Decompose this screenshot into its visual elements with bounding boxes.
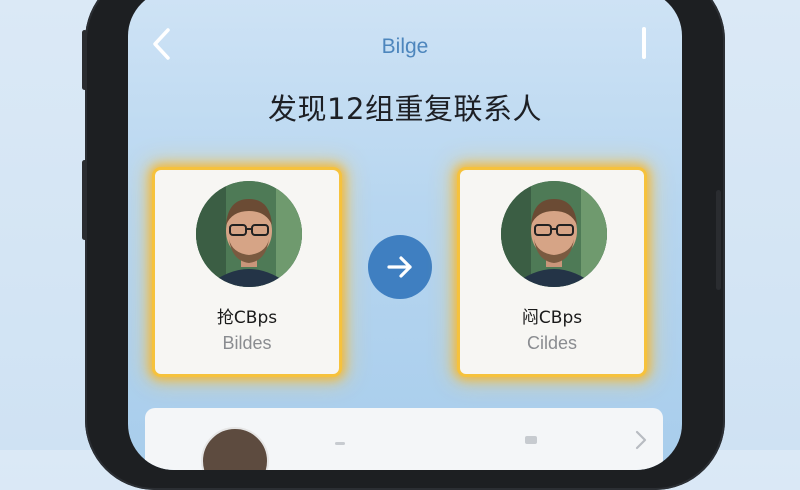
contact-name: 闷CBps: [521, 308, 583, 328]
contact-avatar: [196, 181, 302, 287]
contact-avatar: [501, 181, 607, 287]
contact-name: 抢CBps: [216, 308, 278, 328]
contact-avatar: [201, 427, 269, 470]
arrow-right-icon: [387, 256, 412, 278]
contact-subtitle: Cildes: [526, 333, 578, 353]
merge-arrow-button[interactable]: [368, 235, 432, 299]
phone-side-button: [82, 30, 87, 90]
contact-subtitle: Bildes: [222, 333, 272, 353]
menu-button[interactable]: [642, 27, 646, 59]
chevron-right-icon: [635, 430, 647, 450]
phone-side-button: [82, 160, 87, 240]
phone-side-button: [716, 190, 721, 290]
text-placeholder: [335, 442, 345, 445]
nav-title: Bilge: [381, 35, 429, 58]
page-headline: 发现12组重复联系人: [268, 92, 542, 126]
contact-card-left[interactable]: 抢CBps Bildes: [155, 170, 339, 374]
contact-list-item[interactable]: [145, 408, 663, 470]
person-photo-icon: [501, 181, 607, 287]
text-placeholder: [525, 436, 537, 444]
person-photo-icon: [196, 181, 302, 287]
contact-card-right[interactable]: 闷CBps Cildes: [460, 170, 644, 374]
phone-screen: Bilge 发现12组重复联系人 抢CBps Bildes 闷CBps Cild…: [128, 0, 682, 470]
